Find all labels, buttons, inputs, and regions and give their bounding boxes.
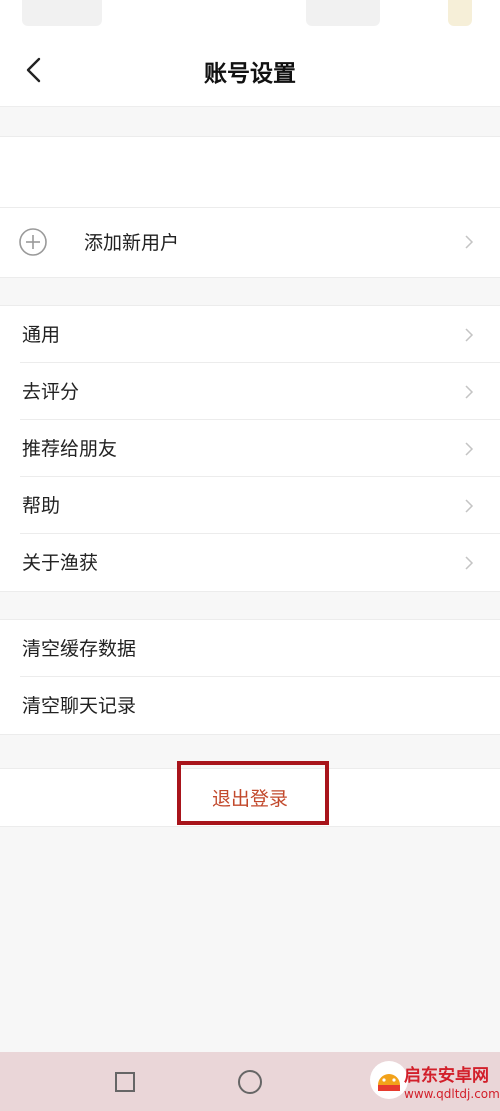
menu-item-label: 清空聊天记录 bbox=[22, 695, 137, 717]
watermark-url: www.qdltdj.com bbox=[404, 1087, 500, 1101]
recent-apps-button[interactable] bbox=[95, 1052, 155, 1111]
chevron-right-icon bbox=[465, 499, 474, 513]
chevron-left-icon bbox=[26, 57, 41, 83]
menu-item-clear-chat[interactable]: 清空聊天记录 bbox=[0, 677, 500, 734]
site-watermark: 启东安卓网 www.qdltdj.com bbox=[360, 1055, 500, 1111]
status-bar bbox=[0, 0, 500, 30]
status-bar-left-blur bbox=[22, 0, 102, 26]
menu-item-rate[interactable]: 去评分 bbox=[0, 363, 500, 420]
profile-placeholder-row bbox=[0, 137, 500, 208]
clear-section: 清空缓存数据 清空聊天记录 bbox=[0, 619, 500, 735]
back-button[interactable] bbox=[14, 50, 54, 90]
plus-circle-icon bbox=[19, 228, 47, 256]
menu-item-label: 推荐给朋友 bbox=[22, 438, 118, 460]
chevron-right-icon bbox=[465, 385, 474, 399]
chevron-right-icon bbox=[465, 235, 474, 249]
app-header: 账号设置 bbox=[0, 30, 500, 107]
add-user-label: 添加新用户 bbox=[84, 232, 180, 254]
add-user-row[interactable]: 添加新用户 bbox=[0, 208, 500, 277]
chevron-right-icon bbox=[465, 442, 474, 456]
menu-item-label: 关于渔获 bbox=[22, 552, 99, 574]
home-button[interactable] bbox=[220, 1052, 280, 1111]
menu-item-recommend[interactable]: 推荐给朋友 bbox=[0, 420, 500, 477]
menu-item-label: 通用 bbox=[22, 324, 61, 346]
status-bar-mid-blur bbox=[306, 0, 380, 26]
logout-button[interactable]: 退出登录 bbox=[0, 769, 500, 826]
menu-item-label: 去评分 bbox=[22, 381, 80, 403]
page-title: 账号设置 bbox=[204, 61, 296, 87]
chevron-right-icon bbox=[465, 556, 474, 570]
square-icon bbox=[115, 1071, 135, 1092]
profile-section: 添加新用户 bbox=[0, 136, 500, 278]
menu-item-label: 清空缓存数据 bbox=[22, 638, 137, 660]
status-bar-right-blur bbox=[448, 0, 472, 26]
menu-item-help[interactable]: 帮助 bbox=[0, 477, 500, 534]
chevron-right-icon bbox=[465, 328, 474, 342]
general-section: 通用 去评分 推荐给朋友 帮助 关于渔获 bbox=[0, 305, 500, 592]
menu-item-general[interactable]: 通用 bbox=[0, 306, 500, 363]
logout-section: 退出登录 bbox=[0, 768, 500, 827]
watermark-title: 启东安卓网 bbox=[404, 1066, 489, 1086]
android-logo-icon bbox=[378, 1074, 400, 1091]
menu-item-about[interactable]: 关于渔获 bbox=[0, 534, 500, 591]
watermark-logo bbox=[370, 1061, 408, 1099]
menu-item-label: 帮助 bbox=[22, 495, 61, 517]
menu-item-clear-cache[interactable]: 清空缓存数据 bbox=[0, 620, 500, 677]
circle-icon bbox=[238, 1069, 262, 1094]
